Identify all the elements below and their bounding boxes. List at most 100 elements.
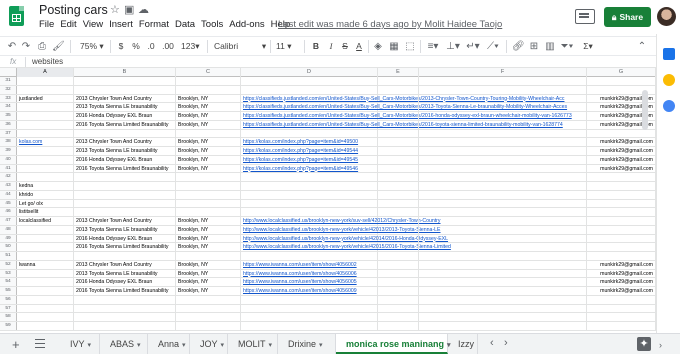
cell-e[interactable] (378, 225, 419, 234)
cell-g[interactable] (587, 322, 656, 330)
row-number[interactable]: 44 (0, 190, 17, 199)
row-number[interactable]: 34 (0, 103, 17, 111)
cell-c[interactable] (176, 322, 241, 330)
cell-d[interactable]: https://www.iwanna.com/user/item/show/40… (241, 278, 378, 286)
cell-e[interactable] (378, 295, 419, 304)
cell-b[interactable] (74, 190, 176, 199)
cell-b[interactable]: 2013 Chrysler Town And Country (74, 217, 176, 225)
cell-a[interactable] (17, 287, 74, 295)
show-side-panel-icon[interactable]: › (659, 340, 662, 350)
share-button[interactable]: 🔒︎ Share (604, 7, 651, 27)
rotate-icon[interactable]: ⟋▾ (486, 40, 500, 53)
cell-c[interactable] (176, 252, 241, 260)
cell-f[interactable] (419, 287, 587, 295)
cell-e[interactable] (378, 313, 419, 321)
borders-icon[interactable]: ▦ (388, 40, 400, 53)
chevron-down-icon[interactable]: ▾ (221, 342, 225, 349)
cell-c[interactable]: Brooklyn, NY (176, 269, 241, 278)
cell-a[interactable] (17, 129, 74, 138)
cell-b[interactable]: 2016 Toyota Sienna Limited Braunability (74, 243, 176, 251)
italic-button[interactable]: I (326, 40, 336, 53)
cell-f[interactable] (419, 155, 587, 164)
cell-e[interactable] (378, 322, 419, 330)
cell-g[interactable]: munkirk29@gmail.com (587, 138, 656, 146)
cell-e[interactable] (378, 208, 419, 216)
keep-icon[interactable] (663, 74, 675, 86)
sheet-tab[interactable]: Izzy (448, 334, 478, 354)
cell-e[interactable] (378, 103, 419, 111)
row-number[interactable]: 56 (0, 295, 17, 304)
cell-a[interactable] (17, 243, 74, 251)
row-number[interactable]: 59 (0, 322, 17, 330)
zoom-select[interactable]: 75% ▾ (80, 40, 108, 53)
sheet-tab[interactable]: ABAS ▾ (100, 334, 148, 354)
cell-d[interactable] (241, 182, 378, 190)
cell-c[interactable]: Brooklyn, NY (176, 120, 241, 129)
cell-b[interactable] (74, 295, 176, 304)
cell-g[interactable] (587, 182, 656, 190)
cell-a[interactable]: Let go/ olx (17, 199, 74, 208)
cell-a[interactable] (17, 155, 74, 164)
cell-b[interactable]: 2013 Toyota Sienna LE braunability (74, 269, 176, 278)
row-number[interactable]: 50 (0, 243, 17, 251)
cell-d[interactable]: https://kolas.com/index.php?page=item&id… (241, 138, 378, 146)
sheet-tab[interactable]: IVY ▾ (60, 334, 100, 354)
column-header-g[interactable]: G (587, 68, 656, 77)
cell-a[interactable]: kedna (17, 182, 74, 190)
cell-c[interactable] (176, 182, 241, 190)
increase-decimal-button[interactable]: .00 (160, 40, 176, 53)
cell-c[interactable] (176, 190, 241, 199)
cell-f[interactable] (419, 103, 587, 111)
cell-f[interactable] (419, 138, 587, 146)
cell-e[interactable] (378, 138, 419, 146)
cell-b[interactable]: 2016 Honda Odyssey EXL Braun (74, 112, 176, 120)
cell-e[interactable] (378, 155, 419, 164)
menu-view[interactable]: View (83, 19, 103, 32)
sheet-tab[interactable]: Drixine ▾ (278, 334, 336, 354)
cell-a[interactable]: listitsellit (17, 208, 74, 216)
cell-d[interactable] (241, 304, 378, 313)
document-title[interactable]: Posting cars (39, 3, 108, 17)
cell-c[interactable]: Brooklyn, NY (176, 94, 241, 103)
menu-addons[interactable]: Add-ons (229, 19, 264, 32)
cell-b[interactable]: 2016 Honda Odyssey EXL Braun (74, 278, 176, 286)
cell-a[interactable]: localclassified (17, 217, 74, 225)
cell-f[interactable] (419, 147, 587, 155)
cell-d[interactable]: https://www.iwanna.com/user/item/show/40… (241, 287, 378, 295)
cell-a[interactable] (17, 103, 74, 111)
cell-a[interactable] (17, 85, 74, 94)
redo-icon[interactable]: ↷ (20, 40, 32, 53)
cell-a[interactable] (17, 164, 74, 173)
row-number[interactable]: 41 (0, 164, 17, 173)
cell-e[interactable] (378, 260, 419, 269)
cell-b[interactable]: 2016 Toyota Sienna Limited Braunability (74, 164, 176, 173)
avatar[interactable] (657, 7, 676, 26)
cell-c[interactable] (176, 129, 241, 138)
cell-g[interactable] (587, 225, 656, 234)
chevron-down-icon[interactable]: ▾ (137, 342, 141, 349)
vertical-scrollbar[interactable] (642, 90, 648, 130)
cell-b[interactable] (74, 182, 176, 190)
cell-e[interactable] (378, 304, 419, 313)
cell-a[interactable] (17, 322, 74, 330)
calendar-icon[interactable] (663, 48, 675, 60)
sheet-tab[interactable]: monica rose maninang ▾ (336, 334, 451, 354)
cell-g[interactable] (587, 199, 656, 208)
cell-c[interactable]: Brooklyn, NY (176, 112, 241, 120)
cell-f[interactable] (419, 295, 587, 304)
cell-d[interactable] (241, 173, 378, 181)
cell-g[interactable] (587, 129, 656, 138)
cell-g[interactable] (587, 217, 656, 225)
cell-g[interactable]: munkirk29@gmail.com (587, 278, 656, 286)
cell-a[interactable] (17, 147, 74, 155)
cell-e[interactable] (378, 173, 419, 181)
cell-a[interactable]: lwanna (17, 260, 74, 269)
cell-c[interactable]: Brooklyn, NY (176, 287, 241, 295)
cell-d[interactable]: https://kolas.com/index.php?page=item&id… (241, 155, 378, 164)
cell-a[interactable] (17, 173, 74, 181)
cell-a[interactable] (17, 225, 74, 234)
column-header-d[interactable]: D (241, 68, 378, 77)
cell-c[interactable]: Brooklyn, NY (176, 217, 241, 225)
menu-data[interactable]: Data (175, 19, 195, 32)
decrease-decimal-button[interactable]: .0 (145, 40, 157, 53)
